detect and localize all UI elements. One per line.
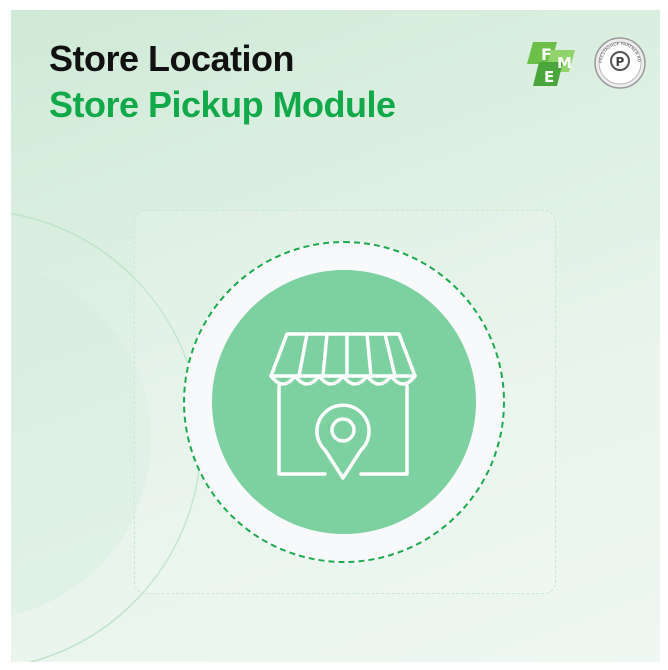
fme-letter-m: M <box>557 54 572 72</box>
title-primary: Store Location <box>49 38 295 79</box>
prestashop-agency-badge-icon: P PRESTASHOP PARTNER AGENCY <box>594 37 646 89</box>
title-secondary: Store Pickup Module <box>49 84 396 125</box>
fme-letter-f: F <box>541 45 552 64</box>
fme-letter-e: E <box>544 68 554 86</box>
product-banner: Store Location Store Pickup Module F M E… <box>11 10 660 662</box>
fme-logo-icon: F M E <box>527 42 575 86</box>
svg-text:P: P <box>616 55 625 69</box>
store-pin-icon <box>269 332 417 480</box>
